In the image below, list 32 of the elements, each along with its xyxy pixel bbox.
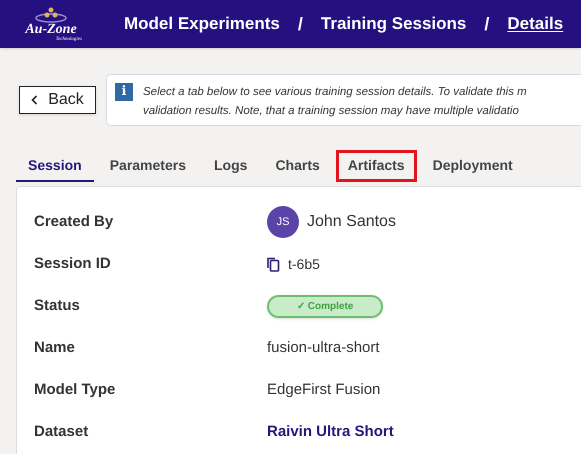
dataset-link[interactable]: Raivin Ultra Short — [267, 420, 394, 444]
user-name: John Santos — [307, 212, 396, 232]
info-icon: i — [115, 83, 133, 101]
breadcrumb-separator: / — [484, 12, 490, 36]
chevron-left-icon — [31, 95, 38, 105]
back-button[interactable]: Back — [19, 86, 96, 114]
field-label: Name — [33, 338, 76, 358]
info-text: validation results. Note, that a training session may have multiple validatio — [143, 104, 520, 119]
tab[interactable]: Parameters — [98, 150, 198, 182]
field-label: Created By — [33, 212, 114, 232]
field-label: Model Type — [33, 380, 116, 400]
tab[interactable]: Logs — [202, 150, 260, 182]
logo-name: Au-Zone — [25, 22, 77, 36]
tab[interactable]: Charts — [263, 150, 332, 182]
session-id: t-6b5 — [288, 254, 320, 274]
user-avatar: JS — [267, 206, 299, 238]
field-value: fusion-ultra-short — [267, 338, 380, 358]
logo-mark-icon — [34, 6, 68, 22]
field-label: Dataset — [33, 422, 90, 442]
tab[interactable]: Artifacts — [336, 150, 417, 182]
breadcrumb-link[interactable]: Training Sessions — [320, 11, 466, 37]
tab[interactable]: Session — [16, 150, 94, 182]
tab[interactable]: Deployment — [420, 150, 525, 182]
copy-icon[interactable] — [267, 256, 280, 272]
status-badge: ✓ Complete — [267, 294, 384, 318]
field-value: EdgeFirst Fusion — [267, 380, 380, 400]
breadcrumb-link[interactable]: Model Experiments — [124, 11, 280, 37]
field-label: Status — [33, 296, 81, 316]
breadcrumb-separator: / — [298, 12, 303, 36]
info-text: Select a tab below to see various training session details. To validate this m — [143, 85, 527, 100]
field-label: Session ID — [33, 254, 112, 274]
breadcrumb-link[interactable]: Details — [507, 11, 564, 37]
